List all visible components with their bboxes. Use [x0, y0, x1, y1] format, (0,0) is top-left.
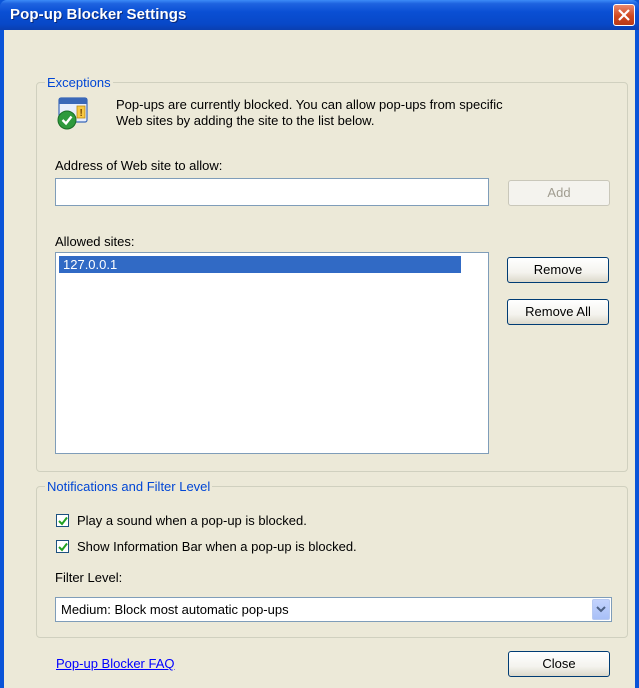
exceptions-description-line1: Pop-ups are currently blocked. You can a… [116, 97, 503, 112]
checkmark-icon [58, 542, 68, 552]
info-bar-label[interactable]: Show Information Bar when a pop-up is bl… [77, 539, 357, 554]
notifications-legend: Notifications and Filter Level [47, 479, 211, 494]
popup-blocker-faq-link[interactable]: Pop-up Blocker FAQ [56, 656, 175, 671]
close-button[interactable]: Close [508, 651, 610, 677]
chevron-down-icon [596, 606, 606, 613]
allowed-sites-label: Allowed sites: [55, 234, 135, 249]
svg-text:!: ! [80, 108, 83, 119]
filter-level-label: Filter Level: [55, 570, 123, 585]
add-button[interactable]: Add [508, 180, 610, 206]
close-icon [618, 9, 630, 21]
window-title: Pop-up Blocker Settings [10, 6, 187, 23]
remove-all-button[interactable]: Remove All [507, 299, 609, 325]
dropdown-arrow-button[interactable] [592, 599, 610, 620]
play-sound-label[interactable]: Play a sound when a pop-up is blocked. [77, 513, 307, 528]
allowed-site-item[interactable]: 127.0.0.1 [59, 256, 461, 273]
address-label: Address of Web site to allow: [55, 158, 223, 173]
dialog-body: Exceptions ! Pop-ups are currently block… [4, 30, 635, 688]
checkmark-icon [58, 516, 68, 526]
info-bar-checkbox[interactable] [56, 540, 69, 553]
title-bar[interactable]: Pop-up Blocker Settings [0, 0, 639, 30]
exceptions-description-line2: Web sites by adding the site to the list… [116, 113, 375, 128]
filter-level-select[interactable]: Medium: Block most automatic pop-ups [55, 597, 612, 622]
popup-blocked-shield-icon: ! [57, 97, 88, 130]
address-input[interactable] [55, 178, 489, 206]
play-sound-checkbox[interactable] [56, 514, 69, 527]
dialog-window: Pop-up Blocker Settings Exceptions ! Pop… [0, 0, 639, 688]
exceptions-legend: Exceptions [47, 75, 111, 90]
filter-level-value: Medium: Block most automatic pop-ups [61, 602, 289, 617]
allowed-sites-list[interactable]: 127.0.0.1 [55, 252, 489, 454]
remove-button[interactable]: Remove [507, 257, 609, 283]
close-window-button[interactable] [613, 4, 635, 26]
